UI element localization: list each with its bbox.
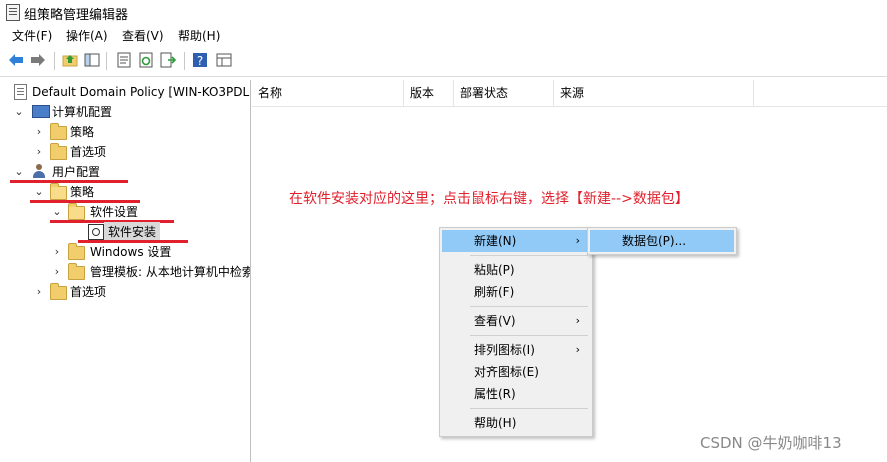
tree-item-policies[interactable]: › 策略 [0, 122, 250, 142]
tree-label: 计算机配置 [52, 105, 113, 119]
menu-file[interactable]: 文件(F) [12, 27, 52, 44]
tree-item-user-preferences[interactable]: › 首选项 [0, 282, 250, 302]
menu-separator [470, 408, 588, 409]
watermark: CSDN @牛奶咖啡13 [700, 434, 842, 452]
menu-item-properties[interactable]: 属性(R) [442, 383, 590, 405]
column-name[interactable]: 名称 [252, 80, 404, 106]
toolbar: ? [0, 46, 887, 77]
window-title: 组策略管理编辑器 [24, 8, 129, 23]
tree-item-preferences[interactable]: › 首选项 [0, 142, 250, 162]
software-install-icon [88, 224, 104, 240]
tree-label: 管理模板: 从本地计算机中检索 [90, 265, 251, 279]
menu-separator [470, 335, 588, 336]
folder-icon [68, 263, 85, 280]
menu-item-label: 排列图标(I) [474, 343, 535, 357]
chevron-right-icon[interactable]: › [34, 142, 44, 162]
refresh-icon[interactable] [138, 52, 154, 68]
user-icon [32, 164, 46, 178]
menu-help[interactable]: 帮助(H) [178, 27, 220, 44]
list-header: 名称 版本 部署状态 来源 [252, 80, 887, 107]
menu-bar: 文件(F) 操作(A) 查看(V) 帮助(H) [0, 24, 887, 46]
menu-view[interactable]: 查看(V) [122, 27, 164, 44]
tree-item-root[interactable]: Default Domain Policy [WIN-KO3PDL [0, 82, 250, 102]
toolbar-separator [184, 52, 185, 70]
folder-icon [68, 243, 85, 260]
tree-label: 策略 [70, 125, 95, 139]
menu-item-label: 刷新(F) [474, 285, 515, 299]
chevron-down-icon[interactable]: ⌄ [14, 162, 24, 182]
menu-separator [470, 306, 588, 307]
menu-item-help[interactable]: 帮助(H) [442, 412, 590, 434]
chevron-right-icon: › [575, 234, 580, 247]
menu-item-paste[interactable]: 粘贴(P) [442, 259, 590, 281]
forward-arrow-icon[interactable] [30, 52, 46, 68]
new-submenu: 数据包(P)... [587, 227, 737, 255]
policy-document-icon [14, 84, 27, 100]
folder-icon [50, 123, 67, 140]
menu-item-label: 新建(N) [474, 234, 517, 248]
menu-item-align-icons[interactable]: 对齐图标(E) [442, 361, 590, 383]
chevron-down-icon[interactable]: ⌄ [34, 182, 44, 202]
menu-item-view[interactable]: 查看(V) › [442, 310, 590, 332]
tree-item-software-settings[interactable]: ⌄ 软件设置 [0, 202, 250, 222]
menu-item-label: 粘贴(P) [474, 263, 515, 277]
tree-label: 首选项 [70, 285, 107, 299]
tree-item-user-config[interactable]: ⌄ 用户配置 [0, 162, 250, 182]
tree-label: Windows 设置 [90, 245, 172, 259]
menu-item-label: 属性(R) [474, 387, 516, 401]
tree-label: Default Domain Policy [WIN-KO3PDL [32, 85, 250, 99]
menu-action[interactable]: 操作(A) [66, 27, 108, 44]
toolbar-separator [54, 52, 55, 70]
chevron-right-icon: › [575, 343, 580, 356]
tree-item-computer-config[interactable]: ⌄ 计算机配置 [0, 102, 250, 122]
svg-text:?: ? [197, 54, 203, 68]
folder-icon [50, 283, 67, 300]
menu-item-label: 数据包(P)... [622, 234, 687, 248]
tree-label: 策略 [70, 185, 95, 199]
column-deploy-state[interactable]: 部署状态 [454, 80, 554, 106]
tree-item-user-policies[interactable]: ⌄ 策略 [0, 182, 250, 202]
menu-item-package[interactable]: 数据包(P)... [590, 230, 734, 252]
up-folder-icon[interactable] [62, 52, 78, 68]
back-arrow-icon[interactable] [8, 52, 24, 68]
instruction-annotation: 在软件安装对应的这里；点击鼠标右键，选择【新建-->数据包】 [289, 191, 689, 207]
tree-label-selected: 软件安装 [104, 222, 161, 242]
policy-editor-icon [6, 4, 20, 21]
tree-label: 软件设置 [90, 205, 139, 219]
computer-icon [32, 105, 50, 118]
menu-item-label: 查看(V) [474, 314, 516, 328]
chevron-right-icon[interactable]: › [52, 242, 62, 262]
tree-item-windows-settings[interactable]: › Windows 设置 [0, 242, 250, 262]
toolbar-separator [106, 52, 107, 70]
menu-item-new[interactable]: 新建(N) › [442, 230, 590, 252]
folder-open-icon [68, 203, 85, 220]
tree-pane: Default Domain Policy [WIN-KO3PDL ⌄ 计算机配… [0, 80, 251, 462]
export-list-icon[interactable] [160, 52, 176, 68]
tree-label: 首选项 [70, 145, 107, 159]
tree-item-admin-templates[interactable]: › 管理模板: 从本地计算机中检索 [0, 262, 250, 282]
chevron-right-icon: › [575, 314, 580, 327]
folder-icon [50, 143, 67, 160]
tree-label: 用户配置 [52, 165, 101, 179]
help-icon[interactable]: ? [192, 52, 208, 68]
view-icon[interactable] [216, 52, 232, 68]
chevron-right-icon[interactable]: › [34, 282, 44, 302]
chevron-down-icon[interactable]: ⌄ [14, 102, 24, 122]
menu-separator [470, 255, 588, 256]
menu-item-arrange-icons[interactable]: 排列图标(I) › [442, 339, 590, 361]
show-hide-tree-icon[interactable] [84, 52, 100, 68]
folder-open-icon [50, 183, 67, 200]
title-bar: 组策略管理编辑器 [0, 0, 887, 24]
chevron-right-icon[interactable]: › [34, 122, 44, 142]
menu-item-label: 帮助(H) [474, 416, 517, 430]
menu-item-refresh[interactable]: 刷新(F) [442, 281, 590, 303]
chevron-right-icon[interactable]: › [52, 262, 62, 282]
properties-icon[interactable] [116, 52, 132, 68]
column-version[interactable]: 版本 [404, 80, 454, 106]
column-source[interactable]: 来源 [554, 80, 754, 106]
tree-item-software-install[interactable]: 软件安装 [0, 222, 250, 242]
context-menu: 新建(N) › 粘贴(P) 刷新(F) 查看(V) › 排列图标(I) › 对齐… [439, 227, 593, 437]
chevron-down-icon[interactable]: ⌄ [52, 202, 62, 222]
menu-item-label: 对齐图标(E) [474, 365, 539, 379]
